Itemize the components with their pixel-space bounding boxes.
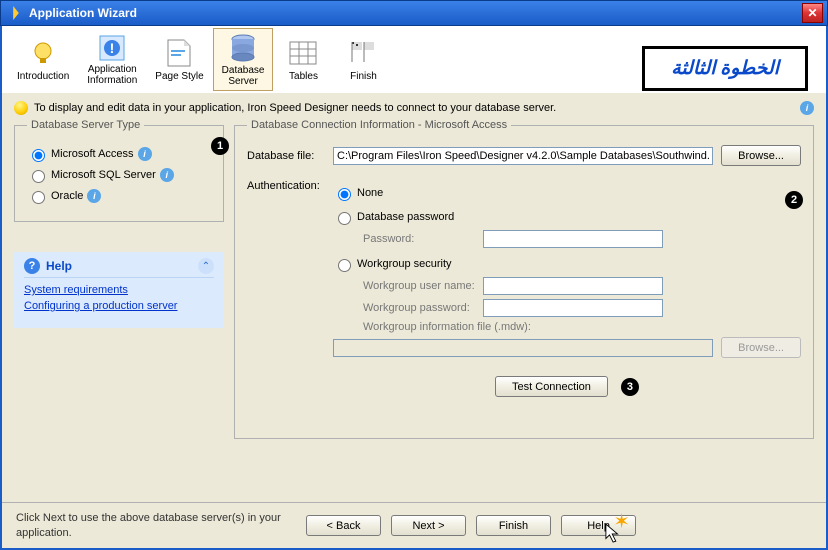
toolbar-item-tables[interactable]: Tables (273, 28, 333, 91)
info-text: To display and edit data in your applica… (34, 102, 556, 114)
flags-icon (347, 37, 379, 69)
toolbar-label: Database Server (222, 65, 265, 87)
radio-ms-access[interactable] (32, 149, 45, 162)
connection-legend: Database Connection Information - Micros… (247, 119, 511, 131)
finish-button[interactable]: Finish (476, 515, 551, 536)
radio-auth-dbpass[interactable] (338, 212, 351, 225)
info-icon[interactable]: i (138, 147, 152, 161)
toolbar-item-appinfo[interactable]: ! Application Information (78, 28, 146, 91)
marker-3: 3 (621, 378, 639, 396)
footer-text: Click Next to use the above database ser… (16, 511, 296, 540)
wg-user-label: Workgroup user name: (333, 280, 483, 292)
next-button[interactable]: Next > (391, 515, 466, 536)
tip-bulb-icon (14, 101, 28, 115)
toolbar-label: Introduction (17, 71, 69, 82)
wg-user-input[interactable] (483, 277, 663, 295)
wg-pass-input[interactable] (483, 299, 663, 317)
help-icon: ? (24, 258, 40, 274)
back-button[interactable]: < Back (306, 515, 381, 536)
help-link-prodserver[interactable]: Configuring a production server (24, 300, 214, 312)
toolbar-label: Application Information (87, 64, 137, 86)
bulb-icon (27, 37, 59, 69)
browse-mdw-button: Browse... (721, 337, 801, 358)
toolbar-item-pagestyle[interactable]: Page Style (146, 28, 212, 91)
wg-file-input (333, 339, 713, 357)
test-connection-button[interactable]: Test Connection (495, 376, 608, 397)
radio-label: Database password (357, 211, 454, 223)
wizard-icon (9, 6, 23, 20)
info-icon[interactable]: i (87, 189, 101, 203)
info-square-icon: ! (96, 33, 128, 62)
help-button[interactable]: Help (561, 515, 636, 536)
auth-label: Authentication: (247, 180, 333, 192)
radio-ms-sql[interactable] (32, 170, 45, 183)
titlebar: Application Wizard ✕ (0, 0, 828, 26)
toolbar-label: Tables (289, 71, 318, 82)
footer: Click Next to use the above database ser… (2, 502, 826, 548)
toolbar-label: Finish (350, 71, 377, 82)
chevron-up-icon[interactable]: ⌃ (198, 258, 214, 274)
radio-label: Workgroup security (357, 258, 452, 270)
server-type-legend: Database Server Type (27, 119, 144, 131)
toolbar-item-finish[interactable]: Finish (333, 28, 393, 91)
toolbar-label: Page Style (155, 71, 203, 82)
connection-group: Database Connection Information - Micros… (234, 119, 814, 439)
radio-oracle[interactable] (32, 191, 45, 204)
window-title: Application Wizard (29, 6, 802, 20)
server-type-group: Database Server Type Microsoft Access i … (14, 119, 224, 222)
radio-label: Oracle (51, 190, 83, 202)
tables-icon (287, 37, 319, 69)
help-panel: ? Help ⌃ System requirements Configuring… (14, 252, 224, 328)
toolbar-item-dbserver[interactable]: Database Server (213, 28, 274, 91)
db-file-input[interactable] (333, 147, 713, 165)
info-icon[interactable]: i (160, 168, 174, 182)
browse-button[interactable]: Browse... (721, 145, 801, 166)
toolbar-item-introduction[interactable]: Introduction (8, 28, 78, 91)
info-icon[interactable]: i (800, 101, 814, 115)
radio-label: Microsoft SQL Server (51, 169, 156, 181)
radio-label: None (357, 187, 383, 199)
marker-2: 2 (785, 191, 803, 209)
radio-auth-none[interactable] (338, 188, 351, 201)
database-icon (227, 33, 259, 63)
help-title: Help (46, 259, 198, 273)
help-link-sysreq[interactable]: System requirements (24, 284, 214, 296)
wg-file-label: Workgroup information file (.mdw): (333, 321, 801, 333)
radio-auth-workgroup[interactable] (338, 259, 351, 272)
page-icon (163, 37, 195, 69)
password-input[interactable] (483, 230, 663, 248)
close-button[interactable]: ✕ (802, 3, 823, 23)
password-label: Password: (333, 233, 483, 245)
marker-1: 1 (211, 137, 229, 155)
wg-pass-label: Workgroup password: (333, 302, 483, 314)
step-overlay: الخطوة الثالثة (642, 46, 808, 91)
db-file-label: Database file: (247, 150, 333, 162)
radio-label: Microsoft Access (51, 148, 134, 160)
svg-text:!: ! (110, 40, 115, 56)
